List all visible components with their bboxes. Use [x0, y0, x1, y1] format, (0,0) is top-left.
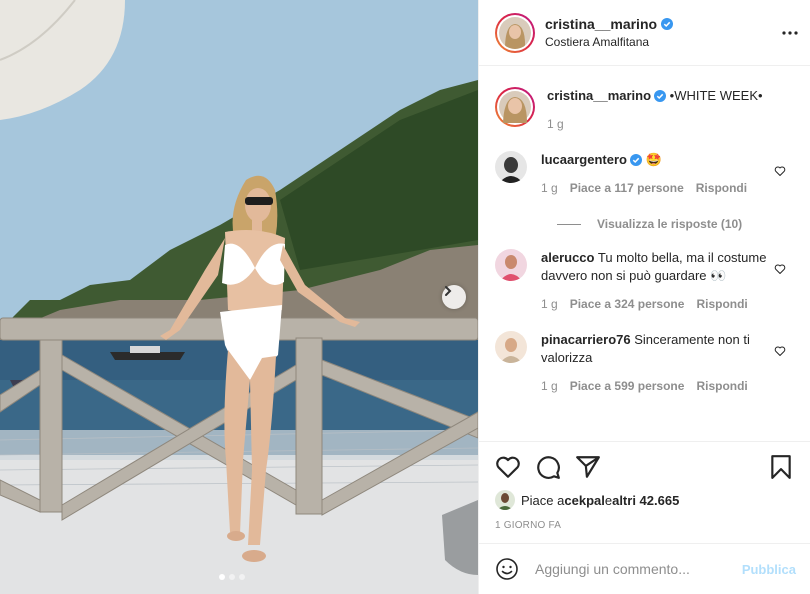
author-avatar[interactable]	[495, 87, 535, 127]
likes-middle: e	[604, 492, 613, 508]
comment-time: 1 g	[541, 297, 558, 311]
comment-likes[interactable]: Piace a 599 persone	[570, 377, 685, 395]
reply-button[interactable]: Rispondi	[696, 179, 747, 197]
chevron-right-icon	[445, 286, 452, 296]
commenter-avatar[interactable]	[495, 331, 527, 363]
comment-time: 1 g	[541, 379, 558, 393]
like-comment-heart-icon[interactable]	[774, 165, 786, 177]
comments-list[interactable]: cristina__marino •WHITE WEEK• 1 g lucaar…	[479, 67, 810, 441]
avatar-image	[499, 16, 531, 49]
comment-likes[interactable]: Piace a 324 persone	[570, 295, 685, 313]
carousel-dots	[219, 574, 245, 580]
liker-avatar	[495, 490, 515, 510]
likes-others[interactable]: altri 42.665	[612, 493, 679, 508]
next-slide-button[interactable]	[442, 285, 466, 309]
post-header: cristina__marino Costiera Amalfitana	[479, 0, 810, 66]
caption-username[interactable]: cristina__marino	[547, 87, 651, 105]
post-caption: cristina__marino •WHITE WEEK• 1 g	[495, 87, 794, 133]
share-icon[interactable]	[575, 454, 601, 480]
comment-item: pinacarriero76 Sinceramente non ti valor…	[495, 331, 794, 395]
commenter-avatar[interactable]	[495, 249, 527, 281]
reply-button[interactable]: Rispondi	[696, 295, 747, 313]
caption-time: 1 g	[547, 117, 564, 131]
comment-username[interactable]: alerucco	[541, 249, 594, 267]
view-replies-button[interactable]: Visualizza le risposte (10)	[557, 217, 794, 231]
commenter-avatar[interactable]	[495, 151, 527, 183]
reply-button[interactable]: Rispondi	[696, 377, 747, 395]
heart-icon[interactable]	[495, 454, 521, 480]
emoji-icon[interactable]	[495, 557, 519, 581]
likes-prefix: Piace a	[521, 492, 565, 508]
caption-text: •WHITE WEEK•	[669, 88, 763, 103]
liker-username[interactable]: cekpal	[564, 493, 604, 508]
carousel-dot	[239, 574, 245, 580]
comment-input[interactable]	[535, 561, 735, 577]
post-side-panel: cristina__marino Costiera Amalfitana cri…	[478, 0, 810, 594]
carousel-dot	[219, 574, 225, 580]
bookmark-icon[interactable]	[768, 454, 794, 480]
author-avatar[interactable]	[495, 12, 535, 53]
post-actions: Piace a cekpal e altri 42.665 1 giorno f…	[479, 441, 810, 544]
comment-username[interactable]: lucaargentero	[541, 151, 627, 169]
author-username[interactable]: cristina__marino	[545, 16, 657, 32]
post-location[interactable]: Costiera Amalfitana	[545, 35, 673, 49]
post-date[interactable]: 1 giorno fa	[495, 520, 794, 531]
verified-badge-icon	[654, 90, 667, 102]
carousel-dot	[229, 574, 235, 580]
post-photo[interactable]	[0, 0, 478, 594]
comment-item: alerucco Tu molto bella, ma il costume d…	[495, 249, 794, 313]
view-replies-label: Visualizza le risposte (10)	[597, 217, 743, 231]
comment-time: 1 g	[541, 181, 558, 195]
like-comment-heart-icon[interactable]	[774, 345, 786, 357]
comment-icon[interactable]	[535, 454, 561, 480]
comment-username[interactable]: pinacarriero76	[541, 331, 631, 349]
comment-text: 🤩	[645, 152, 662, 167]
likes-summary[interactable]: Piace a cekpal e altri 42.665	[495, 490, 794, 510]
more-options-icon[interactable]	[782, 24, 798, 35]
add-comment-bar: Pubblica	[479, 543, 810, 594]
photo-scene	[0, 0, 478, 594]
comment-likes[interactable]: Piace a 117 persone	[570, 179, 684, 197]
like-comment-heart-icon[interactable]	[774, 263, 786, 275]
replies-divider	[557, 223, 581, 225]
verified-badge-icon	[629, 154, 642, 166]
comment-item: lucaargentero 🤩 1 g Piace a 117 persone …	[495, 151, 794, 197]
verified-badge-icon	[661, 18, 674, 30]
publish-button[interactable]: Pubblica	[742, 562, 796, 577]
